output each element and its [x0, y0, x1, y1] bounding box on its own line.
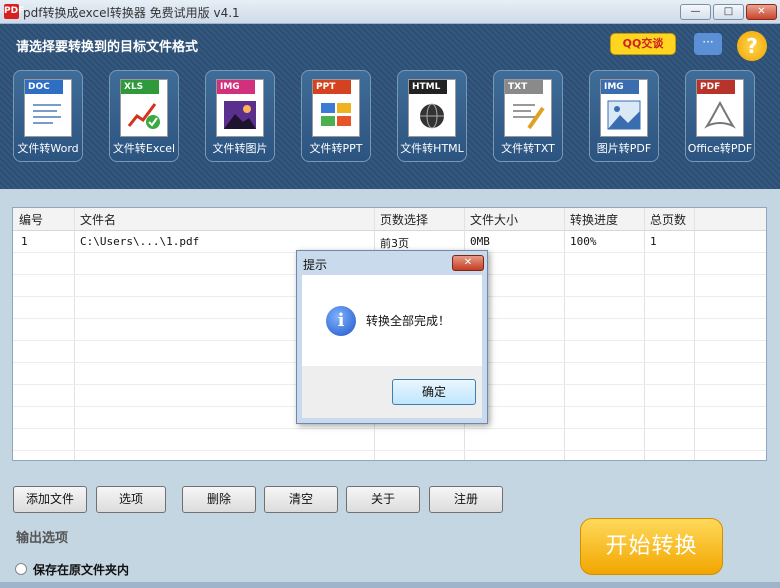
tile-label: Office转PDF: [687, 142, 753, 155]
txt-file-icon: TXT: [504, 79, 552, 137]
cell-filename[interactable]: C:\Users\...\1.pdf: [80, 235, 199, 248]
tile-label: 文件转PPT: [309, 142, 363, 155]
cell-page-selection[interactable]: 前3页: [380, 235, 409, 251]
cell-file-size[interactable]: 0MB: [470, 235, 490, 248]
completion-dialog: 提示 ✕ i 转换全部完成！ 确定: [296, 250, 488, 424]
header-progress[interactable]: 转换进度: [570, 211, 618, 228]
word-lines-icon: [33, 104, 61, 124]
clear-button[interactable]: 清空: [264, 486, 338, 513]
tile-label: 文件转Word: [17, 142, 79, 155]
header-total-pages[interactable]: 总页数: [650, 211, 686, 228]
dialog-body: i 转换全部完成！: [302, 275, 482, 366]
globe-icon: [420, 103, 444, 129]
row-divider: [13, 450, 766, 451]
img-file-icon: IMG: [600, 79, 648, 137]
chat-icon[interactable]: ···: [694, 33, 722, 55]
banner-title: 请选择要转换到的目标文件格式: [16, 40, 199, 55]
pdf-file-icon: PDF: [696, 79, 744, 137]
tile-tag: HTML: [409, 80, 447, 94]
tile-label: 文件转TXT: [501, 142, 555, 155]
tile-to-image[interactable]: IMG 文件转图片: [205, 70, 275, 162]
delete-button[interactable]: 删除: [182, 486, 256, 513]
html-file-icon: HTML: [408, 79, 456, 137]
header-filename[interactable]: 文件名: [80, 211, 116, 228]
info-icon: i: [326, 306, 356, 336]
ppt-file-icon: PPT: [312, 79, 360, 137]
tile-to-word[interactable]: DOC 文件转Word: [13, 70, 83, 162]
tile-to-excel[interactable]: XLS 文件转Excel: [109, 70, 179, 162]
format-banner: 请选择要转换到的目标文件格式 QQ交谈 ··· ? DOC 文件转Word XL…: [0, 24, 780, 189]
close-window-button[interactable]: ✕: [746, 4, 777, 20]
cell-total-pages[interactable]: 1: [650, 235, 657, 248]
help-icon[interactable]: ?: [737, 31, 767, 61]
minimize-button[interactable]: —: [680, 4, 711, 20]
tile-tag: IMG: [217, 80, 255, 94]
tile-label: 文件转Excel: [112, 142, 176, 155]
tile-tag: PDF: [697, 80, 735, 94]
doc-file-icon: DOC: [24, 79, 72, 137]
add-file-button[interactable]: 添加文件: [13, 486, 87, 513]
acrobat-icon: [704, 100, 736, 129]
dialog-close-button[interactable]: ✕: [452, 255, 484, 271]
pencil-text-icon: [513, 104, 545, 130]
app-icon: PDF: [4, 4, 24, 19]
tile-tag: XLS: [121, 80, 159, 94]
output-options-label: 输出选项: [16, 531, 69, 546]
dialog-message: 转换全部完成！: [366, 314, 451, 328]
ok-button[interactable]: 确定: [392, 379, 476, 405]
header-page-selection[interactable]: 页数选择: [380, 211, 428, 228]
img-file-icon: IMG: [216, 79, 264, 137]
chart-check-icon: [127, 103, 160, 129]
title-bar: PDF pdf转换成excel转换器 免费试用版 v4.1 — □ ✕: [0, 0, 780, 24]
tile-label: 文件转HTML: [400, 142, 464, 155]
tile-to-ppt[interactable]: PPT 文件转PPT: [301, 70, 371, 162]
tile-image-to-pdf[interactable]: IMG 图片转PDF: [589, 70, 659, 162]
xls-file-icon: XLS: [120, 79, 168, 137]
window-title: pdf转换成excel转换器 免费试用版 v4.1: [23, 6, 240, 20]
tile-tag: DOC: [25, 80, 63, 94]
bottom-strip: [0, 582, 780, 588]
cell-index[interactable]: 1: [21, 235, 28, 248]
dialog-footer: 确定: [302, 366, 482, 418]
row-divider: [13, 428, 766, 429]
options-button[interactable]: 选项: [96, 486, 166, 513]
landscape-photo-icon: [224, 101, 256, 129]
header-file-size[interactable]: 文件大小: [470, 211, 518, 228]
dialog-title: 提示: [303, 258, 328, 272]
tile-to-html[interactable]: HTML 文件转HTML: [397, 70, 467, 162]
cell-progress[interactable]: 100%: [570, 235, 597, 248]
picture-icon: [607, 100, 641, 130]
slides-icon: [321, 103, 351, 126]
save-in-source-folder-label[interactable]: 保存在原文件夹内: [33, 561, 129, 578]
tile-to-txt[interactable]: TXT 文件转TXT: [493, 70, 563, 162]
tile-tag: TXT: [505, 80, 543, 94]
qq-chat-button[interactable]: QQ交谈: [610, 33, 676, 55]
maximize-button[interactable]: □: [713, 4, 744, 20]
header-index[interactable]: 编号: [19, 211, 43, 228]
start-convert-button[interactable]: 开始转换: [580, 518, 723, 575]
tile-label: 图片转PDF: [596, 142, 652, 155]
save-in-source-folder-radio[interactable]: [15, 563, 27, 575]
register-button[interactable]: 注册: [429, 486, 503, 513]
tile-office-to-pdf[interactable]: PDF Office转PDF: [685, 70, 755, 162]
tile-label: 文件转图片: [212, 142, 268, 155]
about-button[interactable]: 关于: [346, 486, 420, 513]
tile-tag: IMG: [601, 80, 639, 94]
tile-tag: PPT: [313, 80, 351, 94]
